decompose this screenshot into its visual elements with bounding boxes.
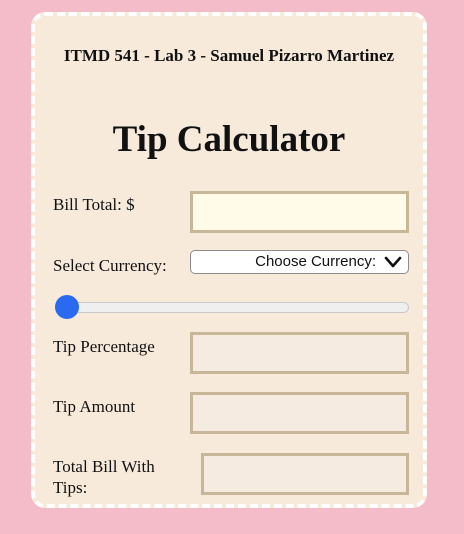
tip-amount-field xyxy=(190,392,409,434)
currency-select[interactable]: Choose Currency: xyxy=(190,250,409,274)
bill-total-label: Bill Total: $ xyxy=(53,195,135,214)
total-bill-label: Total Bill With Tips: xyxy=(53,456,155,498)
total-bill-label-line1: Total Bill With xyxy=(53,457,155,476)
tip-amount-label: Tip Amount xyxy=(53,397,136,416)
tip-percentage-label: Tip Percentage xyxy=(53,337,155,356)
lab-header: ITMD 541 - Lab 3 - Samuel Pizarro Martin… xyxy=(63,46,395,65)
currency-select-value: Choose Currency: xyxy=(255,253,376,270)
page-title: Tip Calculator xyxy=(112,119,346,160)
chevron-down-icon xyxy=(384,256,402,268)
tip-percentage-field xyxy=(190,332,409,374)
bill-total-input[interactable] xyxy=(190,191,409,233)
slider-track[interactable] xyxy=(55,302,409,313)
tip-calculator-card: ITMD 541 - Lab 3 - Samuel Pizarro Martin… xyxy=(31,12,427,508)
currency-label: Select Currency: xyxy=(53,256,167,275)
tip-slider[interactable] xyxy=(55,295,409,319)
total-bill-field xyxy=(201,453,409,495)
slider-thumb[interactable] xyxy=(55,295,79,319)
total-bill-label-line2: Tips: xyxy=(53,478,88,497)
